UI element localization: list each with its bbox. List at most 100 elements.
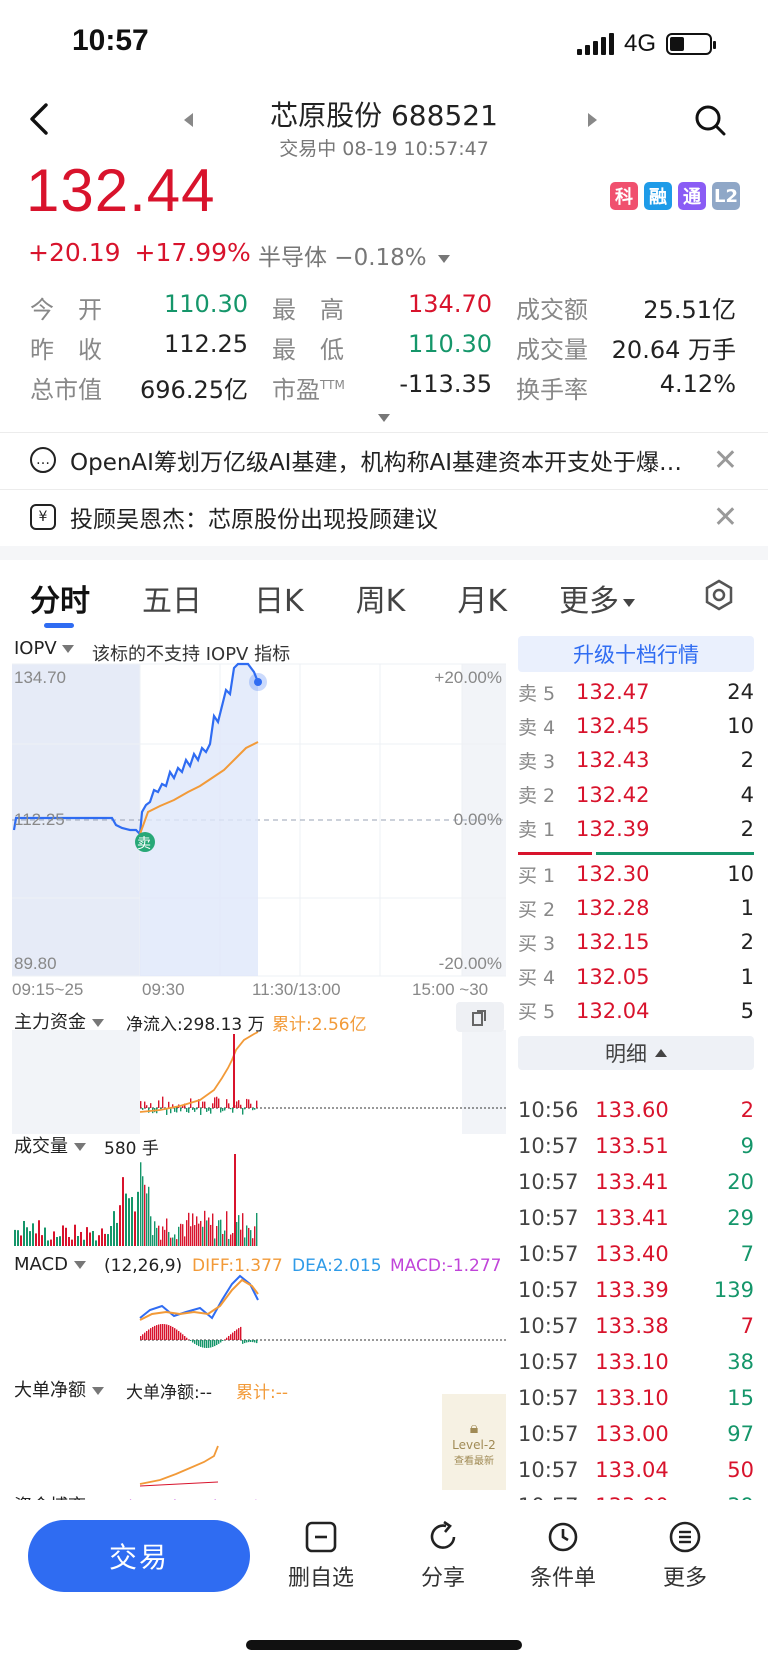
orderbook-row[interactable]: 卖 5 132.47 24 bbox=[518, 674, 754, 710]
chat-icon: … bbox=[30, 447, 56, 473]
chart-bar bbox=[234, 1154, 236, 1246]
big-order-selector[interactable]: 大单净额 bbox=[14, 1376, 104, 1402]
close-icon[interactable]: ✕ bbox=[713, 500, 738, 535]
iopv-selector[interactable]: IOPV bbox=[14, 638, 75, 659]
tick-volume: 29 bbox=[727, 1206, 754, 1230]
big-order-cum: 累计:-- bbox=[236, 1383, 288, 1403]
chart-bar bbox=[188, 1212, 190, 1246]
chart-bar bbox=[176, 1329, 178, 1340]
chart-bar bbox=[44, 1227, 46, 1246]
chart-bar bbox=[200, 1340, 202, 1347]
chart-bar bbox=[218, 1220, 220, 1246]
level-price: 132.05 bbox=[576, 964, 650, 989]
tab-intraday[interactable]: 分时 bbox=[30, 576, 90, 620]
chart-bar bbox=[134, 1211, 136, 1246]
chart-bar bbox=[250, 1340, 252, 1342]
level-volume: 5 bbox=[740, 998, 754, 1023]
level-label: 卖 1 bbox=[518, 819, 556, 842]
orderbook-row[interactable]: 买 4 132.05 1 bbox=[518, 959, 754, 995]
share-button[interactable]: 分享 bbox=[398, 1520, 488, 1592]
tick-price: 133.39 bbox=[595, 1278, 669, 1302]
tick-time: 10:57 bbox=[518, 1314, 579, 1338]
chart-bar bbox=[250, 1103, 252, 1108]
chart-bar bbox=[176, 1239, 178, 1246]
chart-bar bbox=[202, 1340, 204, 1348]
chart-bar bbox=[182, 1334, 184, 1340]
chart-bar bbox=[116, 1222, 118, 1246]
switch-icon[interactable] bbox=[456, 1002, 504, 1032]
chart-bar bbox=[125, 1193, 127, 1246]
orderbook-row[interactable]: 买 5 132.04 5 bbox=[518, 993, 754, 1029]
tab-weekly-k[interactable]: 周K bbox=[356, 576, 406, 620]
news-item[interactable]: … OpenAI筹划万亿级AI基建，机构称AI基建资本开支处于爆… ✕ bbox=[0, 434, 768, 486]
chart-bar bbox=[202, 1101, 204, 1108]
level-price: 132.42 bbox=[576, 782, 650, 807]
settings-icon[interactable] bbox=[703, 579, 735, 611]
chart-bar bbox=[154, 1325, 156, 1340]
chart-bar bbox=[242, 1108, 244, 1115]
chart-bar bbox=[236, 1329, 238, 1340]
chart-bar bbox=[220, 1340, 222, 1343]
chart-bar bbox=[74, 1224, 76, 1246]
trade-button[interactable]: 交易 bbox=[28, 1520, 250, 1592]
chart-bar bbox=[148, 1329, 150, 1340]
level-label: 买 1 bbox=[518, 864, 556, 887]
stat-label-text: 今 开 bbox=[30, 296, 102, 324]
chart-bar bbox=[240, 1229, 242, 1246]
chart-bar bbox=[148, 1186, 150, 1246]
trade-tick-row: 10:57 133.51 9 bbox=[518, 1128, 754, 1164]
chart-bar bbox=[254, 1108, 256, 1110]
orderbook-row[interactable]: 卖 2 132.42 4 bbox=[518, 777, 754, 813]
chart-bar bbox=[214, 1097, 216, 1108]
remove-watchlist-button[interactable]: 删自选 bbox=[276, 1520, 366, 1592]
search-icon[interactable] bbox=[694, 104, 726, 136]
close-icon[interactable]: ✕ bbox=[713, 443, 738, 478]
chart-bar bbox=[86, 1227, 88, 1246]
orderbook-row[interactable]: 卖 3 132.43 2 bbox=[518, 742, 754, 778]
orderbook-row[interactable]: 买 1 132.30 10 bbox=[518, 856, 754, 892]
tab-more[interactable]: 更多 bbox=[559, 576, 636, 620]
volume-selector[interactable]: 成交量 bbox=[14, 1132, 86, 1158]
stat-value: -113.35 bbox=[399, 370, 492, 398]
stat-label-text: 市盈 bbox=[272, 376, 320, 404]
chart-bar bbox=[192, 1213, 194, 1246]
chart-bar bbox=[240, 1104, 242, 1108]
chart-bar bbox=[194, 1225, 196, 1246]
main-fund-selector[interactable]: 主力资金 bbox=[14, 1008, 104, 1034]
orderbook-row[interactable]: 买 3 132.15 2 bbox=[518, 924, 754, 960]
more-button[interactable]: 更多 bbox=[640, 1520, 730, 1592]
advisor-item[interactable]: ¥ 投顾吴恩杰：芯原股份出现投顾建议 ✕ bbox=[0, 491, 768, 543]
orderbook-row[interactable]: 买 2 132.28 1 bbox=[518, 890, 754, 926]
stat-label: 昨 收 bbox=[30, 330, 102, 365]
chart-bar bbox=[230, 1108, 232, 1110]
tab-daily-k[interactable]: 日K bbox=[254, 576, 304, 620]
sector-link[interactable]: 半导体 −0.18% bbox=[258, 238, 450, 272]
upgrade-level10-button[interactable]: 升级十档行情 bbox=[518, 636, 754, 672]
tick-volume: 50 bbox=[727, 1458, 754, 1482]
chart-bar bbox=[180, 1108, 182, 1112]
chart-bar bbox=[168, 1325, 170, 1340]
tab-monthly-k[interactable]: 月K bbox=[457, 576, 507, 620]
chart-bar bbox=[212, 1103, 214, 1108]
chart-bar bbox=[47, 1240, 49, 1246]
tick-time: 10:57 bbox=[518, 1422, 579, 1446]
level2-lock[interactable]: 🔒︎ Level-2 查看最新 bbox=[442, 1418, 506, 1467]
chart-bar bbox=[83, 1239, 85, 1246]
orderbook-row[interactable]: 卖 1 132.39 2 bbox=[518, 811, 754, 847]
tick-volume: 2 bbox=[740, 1098, 754, 1122]
tick-time: 10:56 bbox=[518, 1098, 579, 1122]
detail-toggle[interactable]: 明细 bbox=[518, 1036, 754, 1070]
condition-order-button[interactable]: 条件单 bbox=[518, 1520, 608, 1592]
chart-bar bbox=[198, 1340, 200, 1347]
tick-time: 10:57 bbox=[518, 1206, 579, 1230]
tab-five-day[interactable]: 五日 bbox=[142, 576, 202, 620]
orderbook-row[interactable]: 卖 4 132.45 10 bbox=[518, 708, 754, 744]
chart-bar bbox=[254, 1340, 256, 1343]
macd-selector[interactable]: MACD bbox=[14, 1254, 86, 1275]
chart-bar bbox=[242, 1340, 244, 1344]
chart-bar bbox=[222, 1340, 224, 1341]
expand-icon[interactable] bbox=[378, 414, 390, 422]
chart-bar bbox=[131, 1197, 133, 1246]
chart-bar bbox=[198, 1223, 200, 1246]
chart-bar bbox=[248, 1099, 250, 1108]
